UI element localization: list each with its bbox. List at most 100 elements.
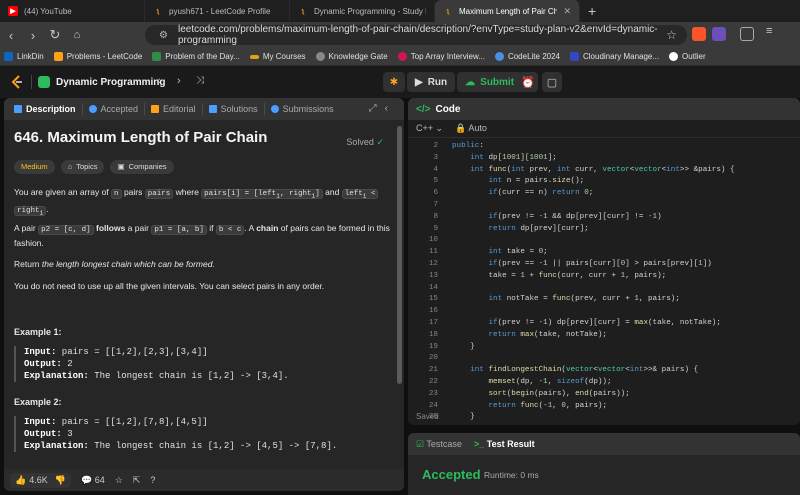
brave-shield-icon[interactable] — [692, 27, 706, 41]
panel-controls[interactable]: ⤢‹ — [369, 103, 396, 114]
leetcode-logo-icon[interactable] — [10, 75, 24, 89]
home-icon[interactable]: ⌂ — [66, 29, 88, 41]
tab-accepted[interactable]: Accepted — [83, 103, 146, 115]
tab-description[interactable]: Description — [8, 103, 83, 115]
expand-icon[interactable]: ⤢ — [369, 103, 385, 114]
line-number: 12 — [428, 260, 438, 268]
code-line[interactable]: if(prev == -1 || pairs[curr][0] > pairs[… — [452, 260, 711, 268]
inline-code: righti — [14, 206, 47, 217]
description-paragraph: A pair p2 = [c, d] follows a pair p1 = [… — [14, 222, 392, 249]
code-line[interactable]: take = 1 + func(curr, curr + 1, pairs); — [452, 272, 666, 280]
forward-icon[interactable]: › — [22, 28, 44, 43]
thumbs-down-icon[interactable]: 👎 — [55, 475, 66, 486]
code-line[interactable]: return dp[prev][curr]; — [452, 225, 588, 233]
run-button[interactable]: ▶ Run — [407, 72, 456, 92]
browser-tab[interactable]: ▶ (44) YouTube — [0, 0, 145, 22]
site-info-icon[interactable]: ⚙ — [159, 30, 168, 41]
menu-icon[interactable]: ≡ — [766, 25, 780, 39]
line-number: 16 — [428, 307, 438, 316]
inline-code: pairs — [144, 189, 174, 199]
bookmark-item[interactable]: Cloudinary Manage... — [570, 52, 659, 61]
reload-icon[interactable]: ↻ — [44, 27, 66, 43]
share-icon[interactable]: ⇱ — [133, 475, 141, 486]
code-line[interactable]: sort(begin(pairs), end(pairs)); — [452, 390, 629, 398]
chevron-down-icon: ⌄ — [435, 123, 444, 133]
code-line[interactable]: return func(-1, 0, pairs); — [452, 402, 607, 410]
tab-label: Testcase — [426, 438, 462, 449]
problem-description: 646. Maximum Length of Pair Chain Solved… — [14, 130, 394, 452]
back-icon[interactable]: ‹ — [0, 28, 22, 43]
text: . — [46, 204, 49, 214]
new-tab-icon[interactable]: + — [588, 3, 596, 19]
scrollbar[interactable] — [397, 126, 402, 384]
sidebar-icon[interactable] — [740, 27, 754, 41]
line-number: 20 — [428, 354, 438, 363]
checkbox-icon: ☑ — [416, 438, 425, 449]
tab-submissions[interactable]: Submissions — [265, 103, 340, 115]
runtime-text: Runtime: 0 ms — [484, 470, 539, 480]
bookmark-item[interactable]: My Courses — [249, 52, 306, 61]
tab-testcase[interactable]: ☑ Testcase — [416, 439, 462, 450]
code-line[interactable]: int n = pairs.size(); — [452, 177, 584, 185]
brave-rewards-icon[interactable] — [712, 27, 726, 41]
like-button[interactable]: 👍 4.6K 👎 — [10, 472, 71, 488]
bookmark-item[interactable]: LinkDin — [4, 52, 44, 61]
bookmark-item[interactable]: Outlier — [669, 52, 706, 61]
code-line[interactable]: return max(take, notTake); — [452, 331, 607, 339]
cloudinary-icon — [570, 52, 579, 61]
code-line[interactable]: int notTake = func(prev, curr + 1, pairs… — [452, 295, 679, 303]
help-icon[interactable]: ? — [150, 475, 155, 485]
code-line[interactable]: if(prev != -1 && dp[prev][curr] != -1) — [452, 213, 661, 221]
code-part: right — [17, 207, 40, 215]
next-problem-icon[interactable]: › — [177, 75, 181, 87]
bookmark-star-icon[interactable]: ☆ — [666, 28, 677, 42]
linkedin-icon — [4, 52, 13, 61]
bookmark-item[interactable]: Top Array Interview... — [397, 52, 485, 61]
debug-button[interactable]: ✱ — [383, 72, 405, 92]
tab-editorial[interactable]: Editorial — [145, 103, 203, 115]
code-line[interactable]: int take = 0; — [452, 248, 547, 256]
auto-mode[interactable]: 🔒 Auto — [455, 123, 487, 134]
close-icon[interactable]: ✕ — [563, 6, 571, 17]
browser-tab-active[interactable]: ʅ Maximum Length of Pair Chain ✕ — [435, 0, 580, 22]
code-icon: </> — [416, 103, 431, 115]
browser-tab[interactable]: ʅ Dynamic Programming - Study Plan — [290, 0, 435, 22]
code-line[interactable]: int dp[1001][1001]; — [452, 154, 557, 162]
code-line[interactable]: int func(int prev, int curr, vector<vect… — [452, 166, 734, 174]
tab-solutions[interactable]: Solutions — [203, 103, 265, 115]
text: a pair — [127, 223, 149, 233]
code-editor[interactable]: 2 public: 3 int dp[1001][1001]; 4 int func(… — [408, 140, 800, 421]
bookmark-item[interactable]: Problems - LeetCode — [53, 52, 142, 61]
study-plan-title[interactable]: Dynamic Programming — [56, 77, 165, 88]
star-icon[interactable]: ☆ — [115, 475, 123, 486]
topics-chip[interactable]: ⌂ Topics — [60, 160, 105, 174]
companies-chip[interactable]: ▣ Companies — [110, 160, 174, 174]
tab-test-result[interactable]: >_ Test Result — [474, 439, 535, 449]
bookmark-item[interactable]: CodeLite 2024 — [494, 52, 560, 61]
timer-button[interactable]: ⏰ — [518, 72, 538, 92]
comments-button[interactable]: 💬 64 — [81, 475, 105, 486]
bookmark-item[interactable]: Problem of the Day... — [152, 52, 240, 61]
browser-tab[interactable]: ʅ pyush671 - LeetCode Profile — [145, 0, 290, 22]
shuffle-icon[interactable]: ⤨ — [196, 75, 204, 86]
line-number: 5 — [433, 177, 438, 186]
code-line[interactable]: if(curr == n) return 0; — [452, 189, 593, 197]
thumbs-up-icon: 👍 — [15, 474, 27, 485]
line-number: 13 — [428, 271, 438, 280]
code-line[interactable]: public: — [452, 142, 484, 150]
problem-title[interactable]: 646. Maximum Length of Pair Chain — [14, 130, 394, 144]
code-line[interactable]: } — [452, 413, 475, 421]
outlier-icon — [669, 52, 679, 61]
language-select[interactable]: C++ ⌄ — [416, 123, 443, 134]
collapse-icon[interactable]: ‹ — [385, 103, 396, 114]
prev-problem-icon[interactable]: ‹ — [157, 75, 161, 87]
bookmark-label: CodeLite 2024 — [507, 52, 560, 61]
code-line[interactable]: memset(dp, -1, sizeof(dp)); — [452, 378, 611, 386]
code-line[interactable]: } — [452, 343, 475, 351]
code-line[interactable]: if(prev != -1) dp[prev][curr] = max(take… — [452, 319, 720, 327]
notes-button[interactable]: ▢ — [542, 72, 562, 92]
url-bar[interactable]: ⚙ leetcode.com/problems/maximum-length-o… — [145, 24, 687, 46]
code-line[interactable]: int findLongestChain(vector<vector<int>>… — [452, 366, 698, 374]
submit-button[interactable]: ☁ Submit — [457, 72, 523, 92]
bookmark-item[interactable]: Knowledge Gate — [315, 52, 388, 61]
